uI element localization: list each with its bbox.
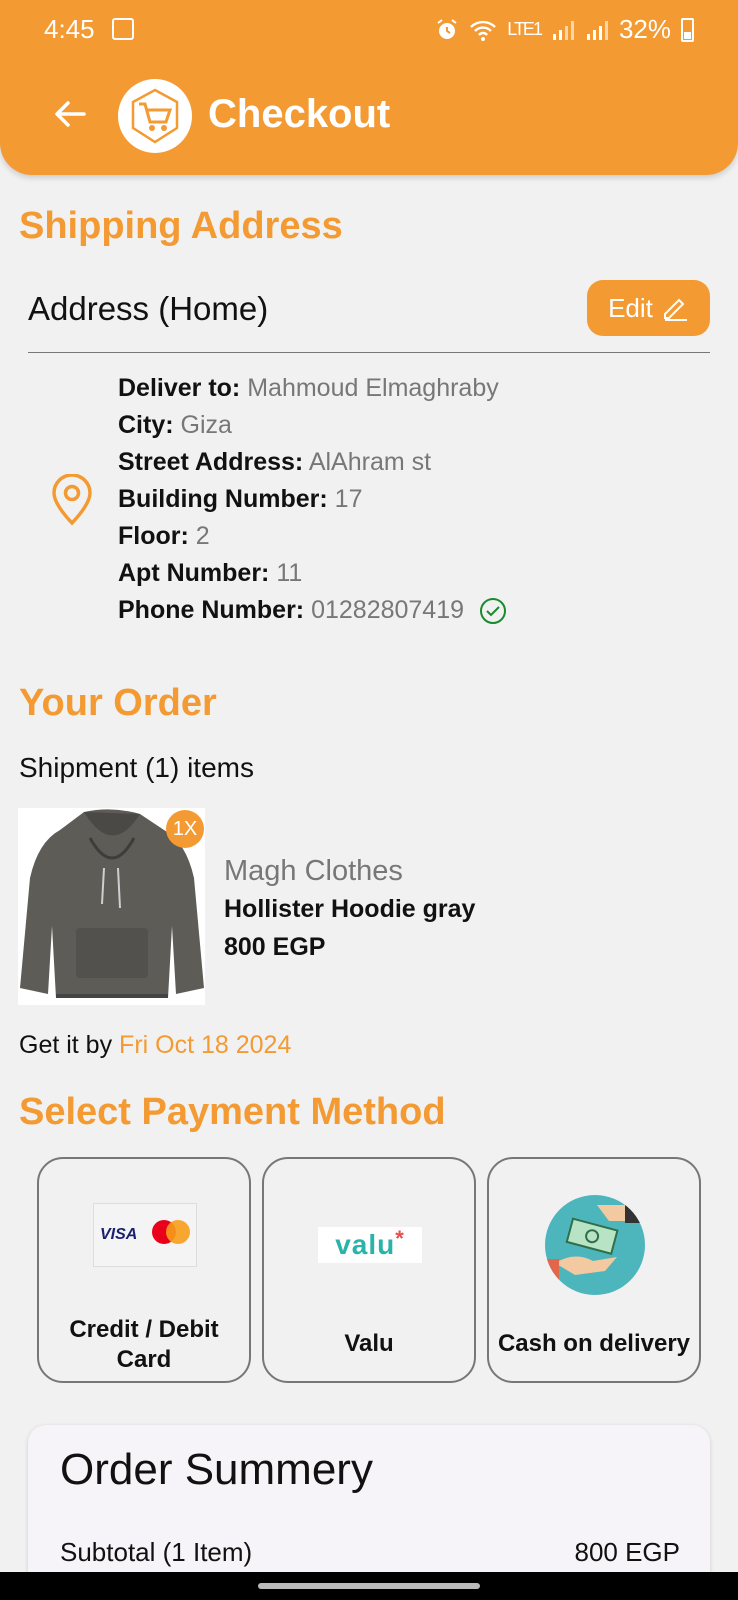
product-price: 800 EGP	[224, 933, 326, 961]
order-summary-title: Order Summery	[60, 1445, 373, 1494]
back-arrow-icon[interactable]	[50, 94, 90, 134]
shipping-section-title: Shipping Address	[19, 205, 343, 247]
valu-logo: valu *	[318, 1226, 422, 1263]
address-label: Address (Home)	[28, 290, 269, 327]
address-divider	[28, 352, 710, 353]
gallery-notification-icon	[112, 18, 134, 40]
location-pin-icon	[52, 474, 92, 526]
subtotal-label: Subtotal (1 Item)	[60, 1537, 253, 1567]
address-details: Deliver to: Mahmoud Elmaghraby City: Giz…	[118, 370, 507, 629]
payment-option-valu[interactable]: valu * Valu	[262, 1157, 476, 1383]
app-logo	[118, 79, 192, 153]
product-brand: Magh Clothes	[224, 855, 403, 887]
payment-option-cash[interactable]: Cash on delivery	[487, 1157, 701, 1383]
quantity-badge: 1X	[166, 810, 204, 848]
cash-hand-icon	[545, 1195, 645, 1295]
valu-logo-text: valu	[335, 1229, 396, 1260]
edit-button-label: Edit	[608, 292, 653, 323]
app-header: 4:45 LTE1 32% Checkout	[0, 0, 738, 175]
address-line-apt: Apt Number: 11	[118, 559, 303, 587]
status-icons: LTE1 32%	[435, 14, 694, 45]
payment-section-title: Select Payment Method	[19, 1091, 446, 1133]
pencil-icon	[663, 298, 687, 321]
shipment-count: Shipment (1) items	[19, 752, 254, 783]
address-line-deliver-to: Deliver to: Mahmoud Elmaghraby	[118, 374, 499, 402]
cash-hand-illustration	[545, 1203, 641, 1281]
verified-check-icon	[479, 598, 506, 625]
wifi-icon	[470, 20, 497, 41]
product-name: Hollister Hoodie gray	[224, 895, 476, 923]
payment-label-valu: Valu	[344, 1330, 394, 1357]
lte-indicator: LTE1	[507, 19, 543, 39]
home-gesture-handle[interactable]	[258, 1583, 480, 1589]
address-line-city: City: Giza	[118, 411, 232, 439]
delivery-estimate: Get it by Fri Oct 18 2024	[19, 1031, 291, 1060]
signal-icon	[552, 20, 574, 40]
system-navigation-bar	[0, 1572, 738, 1600]
payment-label-cash: Cash on delivery	[497, 1330, 691, 1357]
status-bar: 4:45 LTE1 32%	[0, 0, 738, 60]
edit-address-button[interactable]: Edit	[587, 280, 710, 336]
address-line-building: Building Number: 17	[118, 485, 363, 513]
delivery-date: Fri Oct 18 2024	[119, 1031, 292, 1059]
battery-icon	[681, 17, 694, 42]
visa-mastercard-icon: VISA	[93, 1203, 197, 1267]
address-line-floor: Floor: 2	[118, 522, 210, 550]
payment-option-card[interactable]: VISA Credit / Debit Card	[37, 1157, 251, 1383]
alarm-icon	[437, 18, 457, 39]
address-line-phone: Phone Number: 01282807419	[118, 592, 507, 629]
status-time: 4:45	[44, 14, 95, 44]
battery-percent: 32%	[618, 14, 671, 44]
cart-logo-icon	[131, 88, 179, 144]
valu-logo-star: *	[395, 1226, 405, 1251]
signal-icon-2	[586, 20, 608, 40]
payment-label-card: Credit / Debit Card	[69, 1316, 219, 1373]
order-section-title: Your Order	[19, 682, 217, 724]
page-title: Checkout	[208, 92, 391, 136]
visa-logo: VISA	[100, 1226, 138, 1243]
address-line-street: Street Address: AlAhram st	[118, 448, 432, 476]
subtotal-value: 800 EGP	[574, 1537, 680, 1567]
mastercard-yellow-circle	[166, 1220, 190, 1244]
delivery-prefix: Get it by	[19, 1031, 113, 1059]
